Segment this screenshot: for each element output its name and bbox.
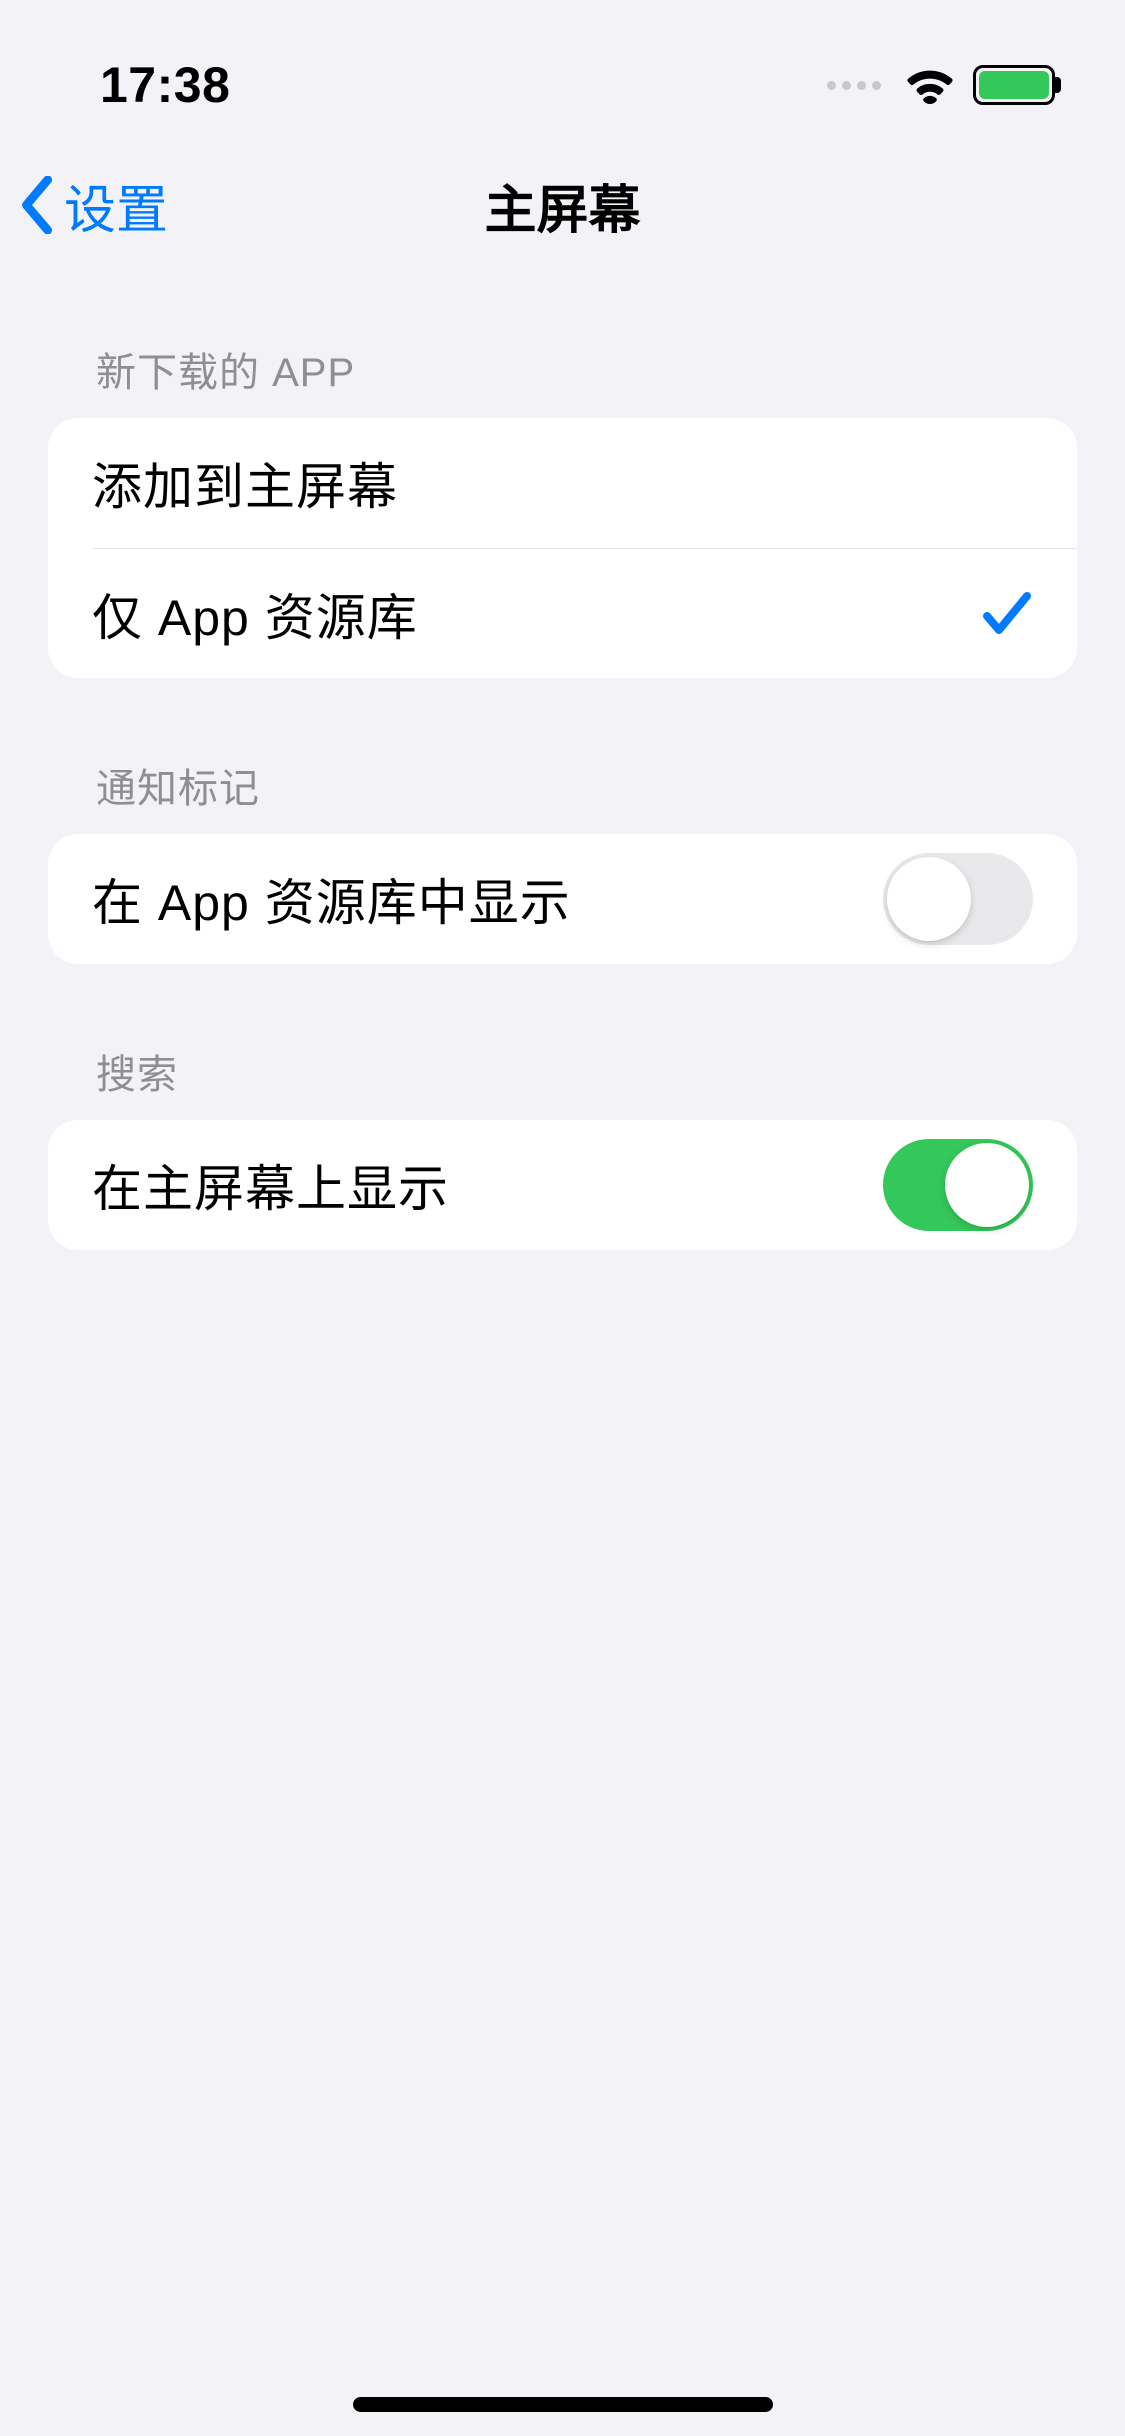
toggle-show-in-library[interactable] — [883, 853, 1033, 945]
back-label: 设置 — [64, 168, 168, 243]
chevron-left-icon — [20, 176, 56, 234]
status-time: 17:38 — [100, 56, 230, 114]
section-header-search: 搜索 — [48, 964, 1077, 1120]
checkmark-icon — [981, 590, 1033, 638]
option-label: 仅 App 资源库 — [92, 578, 418, 650]
home-indicator[interactable] — [353, 2397, 773, 2412]
nav-bar: 设置 主屏幕 — [0, 140, 1125, 270]
status-right — [827, 65, 1055, 105]
row-show-on-home: 在主屏幕上显示 — [48, 1120, 1077, 1250]
group-badges: 在 App 资源库中显示 — [48, 834, 1077, 964]
option-label: 添加到主屏幕 — [92, 447, 398, 519]
row-show-in-library: 在 App 资源库中显示 — [48, 834, 1077, 964]
back-button[interactable]: 设置 — [20, 168, 168, 243]
page-title: 主屏幕 — [484, 168, 640, 243]
section-header-badges: 通知标记 — [48, 678, 1077, 834]
section-header-new-apps: 新下载的 APP — [48, 270, 1077, 418]
group-new-apps: 添加到主屏幕 仅 App 资源库 — [48, 418, 1077, 678]
wifi-icon — [905, 66, 955, 104]
toggle-show-on-home[interactable] — [883, 1139, 1033, 1231]
status-bar: 17:38 — [0, 0, 1125, 140]
signal-dots-icon — [827, 81, 881, 90]
option-add-to-home[interactable]: 添加到主屏幕 — [48, 418, 1077, 548]
row-label: 在主屏幕上显示 — [92, 1149, 449, 1221]
battery-icon — [973, 65, 1055, 105]
option-app-library-only[interactable]: 仅 App 资源库 — [92, 548, 1077, 678]
group-search: 在主屏幕上显示 — [48, 1120, 1077, 1250]
row-label: 在 App 资源库中显示 — [92, 863, 571, 935]
